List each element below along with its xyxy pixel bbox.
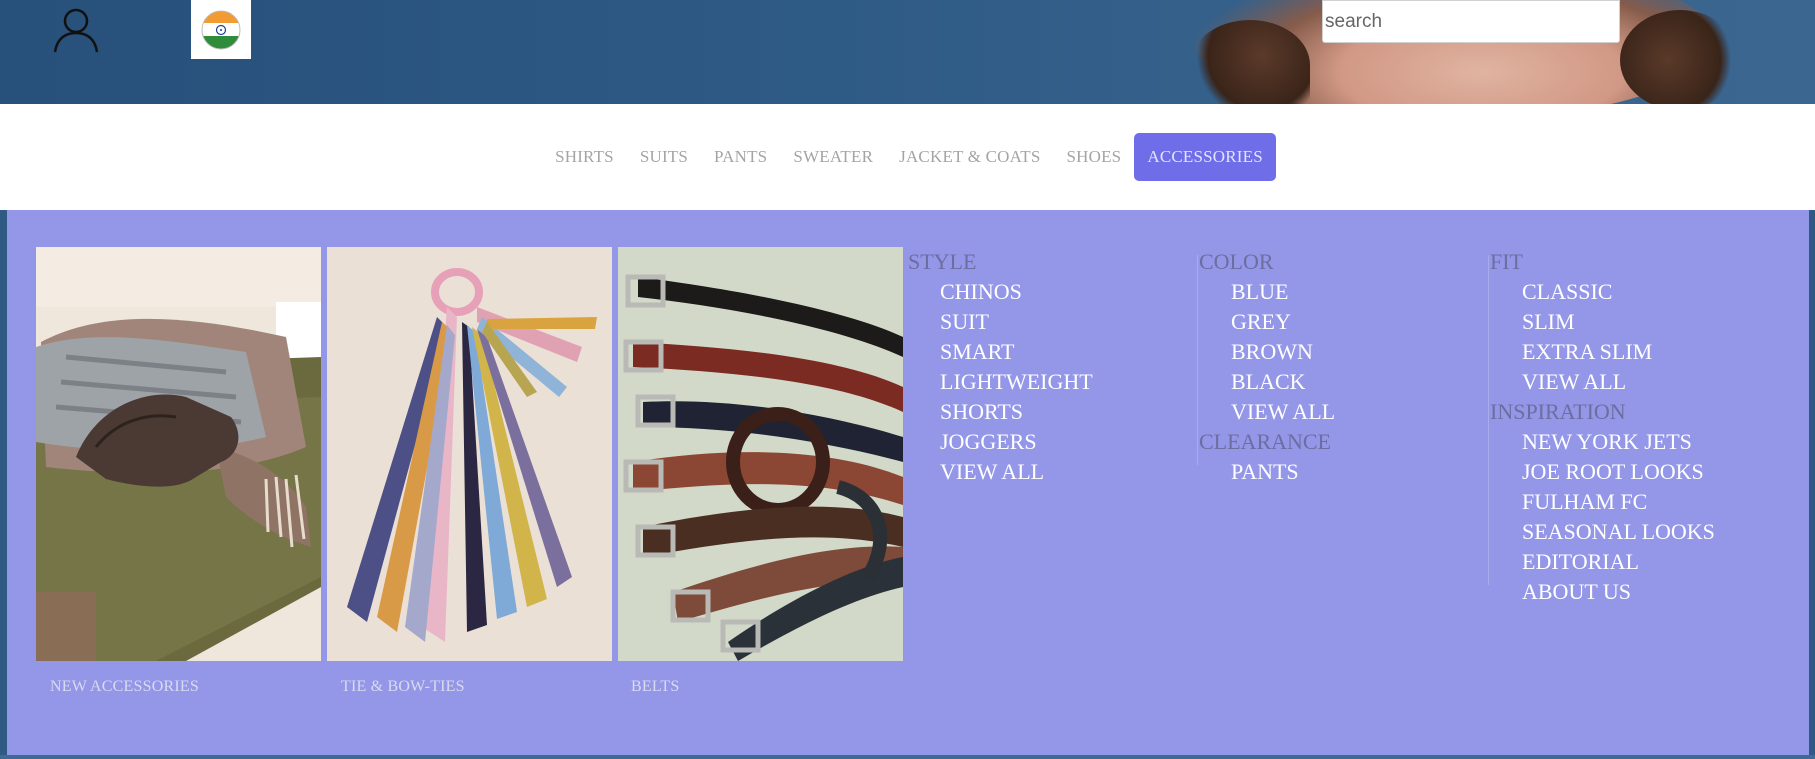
menu-link-suit[interactable]: SUIT [908, 307, 1093, 337]
menu-link-smart[interactable]: SMART [908, 337, 1093, 367]
nav-item-shirts[interactable]: SHIRTS [542, 134, 627, 180]
search-input[interactable] [1322, 0, 1620, 43]
menu-link-fit-view-all[interactable]: VIEW ALL [1490, 367, 1715, 397]
nav-item-shoes[interactable]: SHOES [1053, 134, 1134, 180]
menu-link-fulham-fc[interactable]: FULHAM FC [1490, 487, 1715, 517]
menu-heading-color: COLOR [1199, 249, 1274, 274]
menu-link-seasonal-looks[interactable]: SEASONAL LOOKS [1490, 517, 1715, 547]
menu-link-brown[interactable]: BROWN [1199, 337, 1335, 367]
hero-model-hair-right [1620, 10, 1740, 104]
tile-label-tie-bow-ties[interactable]: TIE & BOW-TIES [341, 678, 465, 696]
tile-label-belts[interactable]: BELTS [631, 678, 679, 696]
nav-item-jacket-coats[interactable]: JACKET & COATS [886, 134, 1053, 180]
menu-link-shorts[interactable]: SHORTS [908, 397, 1093, 427]
menu-link-slim[interactable]: SLIM [1490, 307, 1715, 337]
menu-link-color-view-all[interactable]: VIEW ALL [1199, 397, 1335, 427]
nav-item-pants[interactable]: PANTS [701, 134, 780, 180]
nav-item-suits[interactable]: SUITS [627, 134, 701, 180]
menu-heading-inspiration: INSPIRATION [1490, 399, 1626, 424]
menu-link-grey[interactable]: GREY [1199, 307, 1335, 337]
hero-bottom-strip [0, 755, 1815, 759]
menu-link-extra-slim[interactable]: EXTRA SLIM [1490, 337, 1715, 367]
user-icon[interactable] [52, 6, 100, 54]
accessories-mega-menu: NEW ACCESSORIES TIE & BOW-TIES BELTS STY… [7, 210, 1809, 755]
india-flag-icon [201, 10, 241, 49]
hero-model-hair [1190, 20, 1310, 104]
country-selector-button[interactable] [191, 0, 251, 59]
nav-list: SHIRTS SUITS PANTS SWEATER JACKET & COAT… [542, 133, 1276, 181]
menu-link-classic[interactable]: CLASSIC [1490, 277, 1715, 307]
header-hero [0, 0, 1815, 104]
menu-link-about-us[interactable]: ABOUT US [1490, 577, 1715, 607]
ties-image[interactable] [327, 247, 612, 661]
menu-link-chinos[interactable]: CHINOS [908, 277, 1093, 307]
menu-link-blue[interactable]: BLUE [1199, 277, 1335, 307]
main-navigation: SHIRTS SUITS PANTS SWEATER JACKET & COAT… [0, 104, 1815, 210]
menu-link-black[interactable]: BLACK [1199, 367, 1335, 397]
menu-link-joe-root-looks[interactable]: JOE ROOT LOOKS [1490, 457, 1715, 487]
column-divider [1197, 255, 1198, 465]
menu-link-editorial[interactable]: EDITORIAL [1490, 547, 1715, 577]
tile-label-new-accessories[interactable]: NEW ACCESSORIES [50, 678, 199, 696]
menu-heading-style: STYLE [908, 249, 977, 274]
menu-link-joggers[interactable]: JOGGERS [908, 427, 1093, 457]
nav-item-sweater[interactable]: SWEATER [780, 134, 886, 180]
menu-link-clearance-pants[interactable]: PANTS [1199, 457, 1335, 487]
scarves-gloves-image[interactable] [36, 247, 321, 661]
menu-column-color: COLOR BLUE GREY BROWN BLACK VIEW ALL CLE… [1197, 247, 1335, 487]
menu-column-style: STYLE CHINOS SUIT SMART LIGHTWEIGHT SHOR… [908, 247, 1093, 487]
nav-item-accessories[interactable]: ACCESSORIES [1134, 133, 1276, 181]
column-divider [1488, 255, 1489, 585]
menu-heading-clearance: CLEARANCE [1199, 429, 1331, 454]
menu-link-lightweight[interactable]: LIGHTWEIGHT [908, 367, 1093, 397]
menu-column-fit: FIT CLASSIC SLIM EXTRA SLIM VIEW ALL INS… [1488, 247, 1715, 607]
menu-link-style-view-all[interactable]: VIEW ALL [908, 457, 1093, 487]
menu-link-new-york-jets[interactable]: NEW YORK JETS [1490, 427, 1715, 457]
belts-image[interactable] [618, 247, 903, 661]
menu-heading-fit: FIT [1490, 249, 1523, 274]
